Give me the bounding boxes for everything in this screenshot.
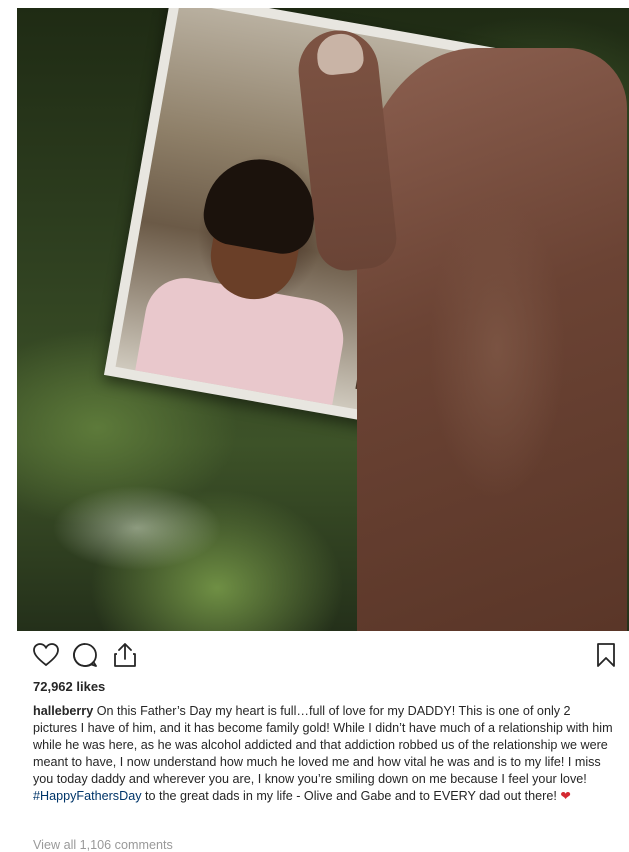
bookmark-icon xyxy=(597,643,615,667)
comment-icon xyxy=(73,643,97,667)
post-photo[interactable] xyxy=(17,8,629,631)
post-caption: halleberry On this Father’s Day my heart… xyxy=(33,703,617,805)
like-button[interactable] xyxy=(31,640,61,670)
post-actions-bar xyxy=(17,640,629,676)
caption-text: On this Father’s Day my heart is full…fu… xyxy=(33,704,613,786)
share-icon xyxy=(114,643,136,667)
instagram-post: 72,962 likes halleberry On this Father’s… xyxy=(0,0,629,852)
likes-count[interactable]: 72,962 likes xyxy=(33,679,105,694)
share-button[interactable] xyxy=(110,640,140,670)
heart-icon xyxy=(33,643,59,667)
caption-text-end: to the great dads in my life - Olive and… xyxy=(145,789,557,803)
caption-username[interactable]: halleberry xyxy=(33,704,93,718)
red-heart-emoji: ❤ xyxy=(560,789,571,803)
comment-button[interactable] xyxy=(70,640,100,670)
hand xyxy=(357,48,627,631)
caption-hashtag[interactable]: #HappyFathersDay xyxy=(33,789,142,803)
save-button[interactable] xyxy=(591,640,621,670)
